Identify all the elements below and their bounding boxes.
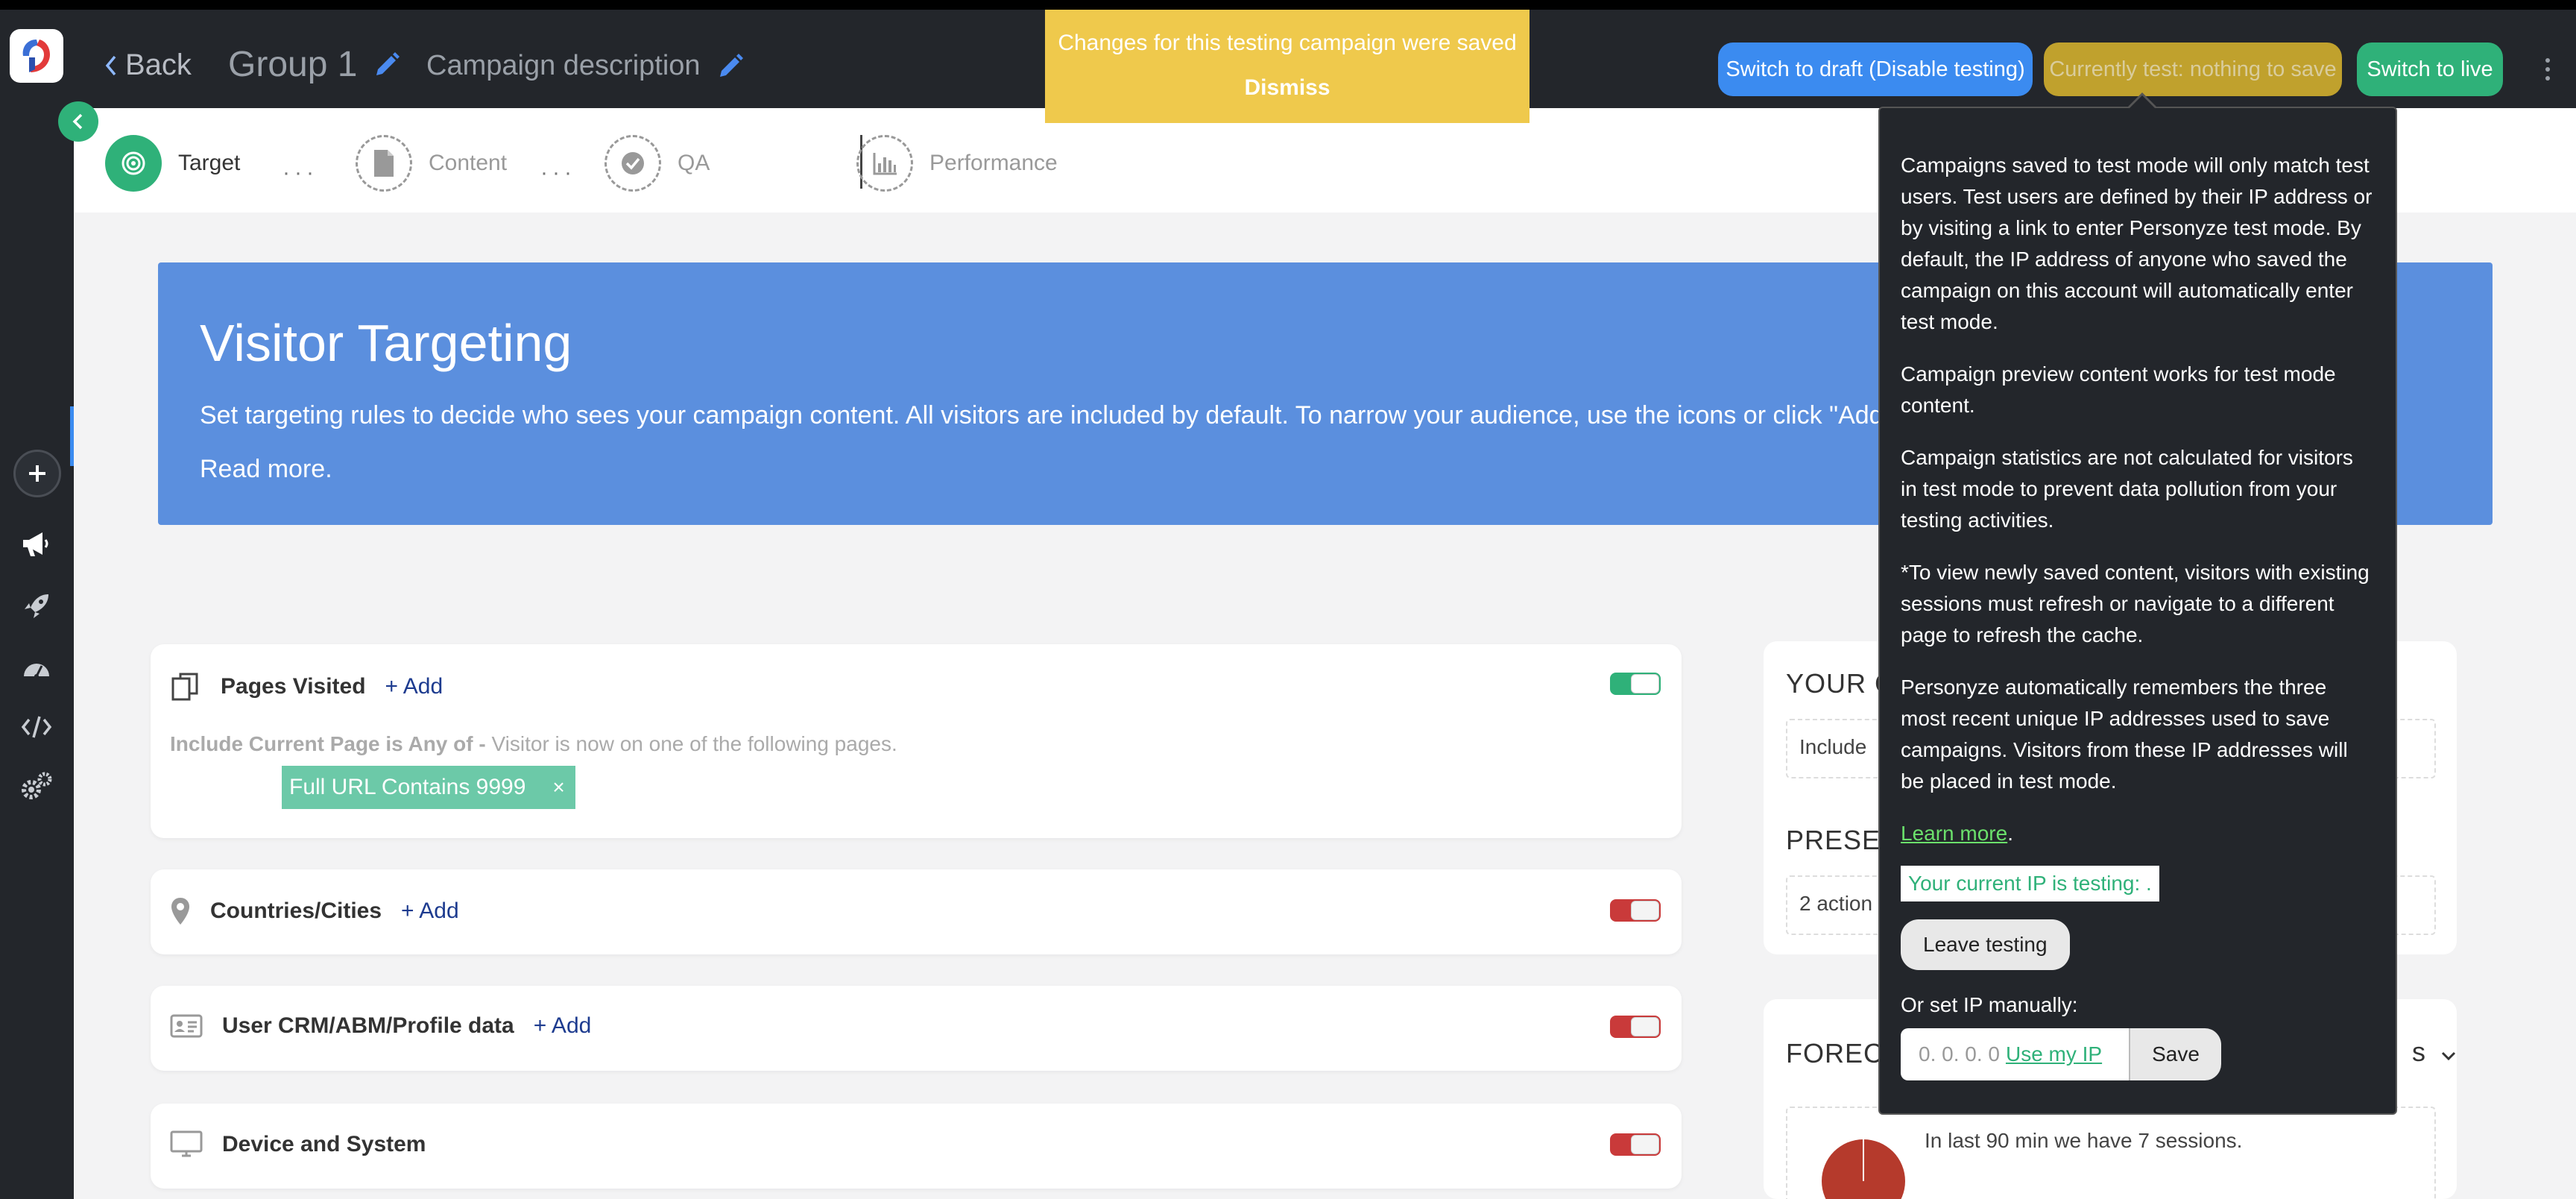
leave-testing-button[interactable]: Leave testing <box>1901 919 2070 970</box>
sessions-text: In last 90 min we have 7 sessions. <box>1925 1129 2243 1152</box>
dismiss-button[interactable]: Dismiss <box>1244 75 1330 101</box>
chevron-down-icon <box>2441 1051 2456 1061</box>
manual-ip-row: 0. 0. 0. 0 Use my IP Save <box>1901 1028 2373 1080</box>
popover-paragraph: Personyze automatically remembers the th… <box>1901 676 2348 793</box>
step-performance[interactable]: Performance <box>856 135 1058 192</box>
save-ip-button[interactable]: Save <box>2129 1028 2221 1080</box>
current-ip-status: Your current IP is testing: . <box>1901 866 2159 901</box>
include-rule-text: Include Current Page is Any of - Visitor… <box>170 732 897 756</box>
step-separator: ··· <box>540 160 576 185</box>
back-label: Back <box>125 48 192 81</box>
step-label: Performance <box>929 151 1058 175</box>
learn-more-line: Learn more. <box>1901 818 2373 849</box>
personyze-logo-icon <box>22 40 50 72</box>
card-title: Pages Visited <box>221 674 366 699</box>
campaign-description-text: Campaign description <box>426 50 701 81</box>
test-mode-popover: Campaigns saved to test mode will only m… <box>1878 107 2397 1115</box>
step-label: Content <box>429 151 508 175</box>
countries-toggle[interactable] <box>1610 899 1661 922</box>
step-label: Target <box>178 151 241 175</box>
left-sidebar <box>0 108 74 1199</box>
app-logo[interactable] <box>10 29 63 83</box>
pencil-icon[interactable] <box>372 50 402 80</box>
active-indicator <box>70 406 74 466</box>
forecast-dropdown[interactable]: s <box>2412 1036 2457 1068</box>
add-location-rule-button[interactable]: + Add <box>401 899 459 924</box>
manual-ip-label: Or set IP manually: <box>1901 993 2078 1016</box>
dashboard-icon[interactable] <box>18 649 55 686</box>
remove-chip-icon[interactable]: × <box>552 775 564 799</box>
settings-gears-icon[interactable] <box>18 767 55 805</box>
use-my-ip-link[interactable]: Use my IP <box>2006 1039 2102 1070</box>
chevron-left-icon <box>72 113 83 130</box>
step-qa[interactable]: QA <box>604 135 710 192</box>
banner-title: Visitor Targeting <box>200 314 572 372</box>
card-header: Pages Visited + Add <box>170 671 443 702</box>
popover-paragraph: Campaign statistics are not calculated f… <box>1901 446 2353 532</box>
collapse-sidebar-button[interactable] <box>58 101 98 142</box>
back-link[interactable]: Back <box>103 48 192 82</box>
banner-description: Set targeting rules to decide who sees y… <box>200 401 1989 429</box>
card-title: Device and System <box>222 1132 426 1156</box>
top-strip <box>0 0 2576 10</box>
rocket-icon[interactable] <box>18 588 55 625</box>
pages-visited-card: Pages Visited + Add Include Current Page… <box>151 644 1682 838</box>
card-title: Countries/Cities <box>210 899 382 923</box>
toast-message: Changes for this testing campaign were s… <box>1058 31 1517 55</box>
code-icon[interactable] <box>18 708 55 746</box>
add-page-rule-button[interactable]: + Add <box>385 674 443 699</box>
map-pin-icon <box>171 898 189 925</box>
step-label: QA <box>678 151 710 175</box>
card-title: User CRM/ABM/Profile data <box>222 1013 514 1038</box>
add-icon[interactable] <box>13 450 61 497</box>
card-header: User CRM/ABM/Profile data + Add <box>170 1013 591 1039</box>
megaphone-icon[interactable] <box>18 526 55 563</box>
ip-input[interactable]: 0. 0. 0. 0 Use my IP <box>1901 1028 2129 1080</box>
card-header: Countries/Cities + Add <box>170 896 459 926</box>
chevron-left-icon <box>105 55 116 75</box>
learn-more-period: . <box>2007 822 2013 845</box>
card-header: Device and System <box>170 1130 426 1159</box>
popover-paragraph: Campaign preview content works for test … <box>1901 362 2336 417</box>
device-system-card: Device and System <box>151 1104 1682 1189</box>
add-crm-rule-button[interactable]: + Add <box>534 1013 592 1039</box>
pages-visited-toggle[interactable] <box>1610 673 1661 695</box>
step-separator: ··· <box>282 160 318 185</box>
switch-to-draft-button[interactable]: Switch to draft (Disable testing) <box>1718 43 2033 96</box>
forecast-pie-divider <box>1863 1139 1864 1181</box>
pages-icon <box>171 673 198 701</box>
group-title-text: Group 1 <box>228 45 358 84</box>
read-more-link[interactable]: Read more. <box>200 455 332 484</box>
popover-paragraph: Campaigns saved to test mode will only m… <box>1901 154 2373 333</box>
pencil-icon[interactable] <box>716 51 745 81</box>
include-rule-bold: Include Current Page is Any of - <box>170 732 492 755</box>
switch-to-live-button[interactable]: Switch to live <box>2357 43 2503 96</box>
monitor-icon <box>170 1130 203 1157</box>
target-icon <box>105 135 162 192</box>
saved-toast: Changes for this testing campaign were s… <box>1045 10 1530 123</box>
chip-label: Full URL Contains 9999 <box>289 775 526 799</box>
forecast-dropdown-label: s <box>2412 1036 2425 1067</box>
learn-more-link[interactable]: Learn more <box>1901 822 2007 845</box>
crm-profile-card: User CRM/ABM/Profile data + Add <box>151 986 1682 1071</box>
more-options-icon[interactable] <box>2540 54 2555 84</box>
include-rule-desc: Visitor is now on one of the following p… <box>491 732 897 755</box>
url-rule-chip[interactable]: Full URL Contains 9999 × <box>282 766 575 809</box>
device-toggle[interactable] <box>1610 1133 1661 1156</box>
group-title[interactable]: Group 1 <box>228 44 402 85</box>
popover-paragraph: *To view newly saved content, visitors w… <box>1901 561 2370 646</box>
crm-toggle[interactable] <box>1610 1016 1661 1038</box>
current-test-button[interactable]: Currently test: nothing to save <box>2044 43 2342 96</box>
popover-arrow-fill <box>2130 95 2155 108</box>
countries-cities-card: Countries/Cities + Add <box>151 869 1682 954</box>
ip-placeholder: 0. 0. 0. 0 <box>1919 1042 2000 1066</box>
check-circle-icon <box>604 135 661 192</box>
campaign-description[interactable]: Campaign description <box>426 50 745 82</box>
bar-chart-icon <box>856 135 913 192</box>
document-icon <box>356 135 412 192</box>
step-target[interactable]: Target <box>105 135 240 192</box>
step-content[interactable]: Content <box>356 135 507 192</box>
id-card-icon <box>170 1014 203 1038</box>
